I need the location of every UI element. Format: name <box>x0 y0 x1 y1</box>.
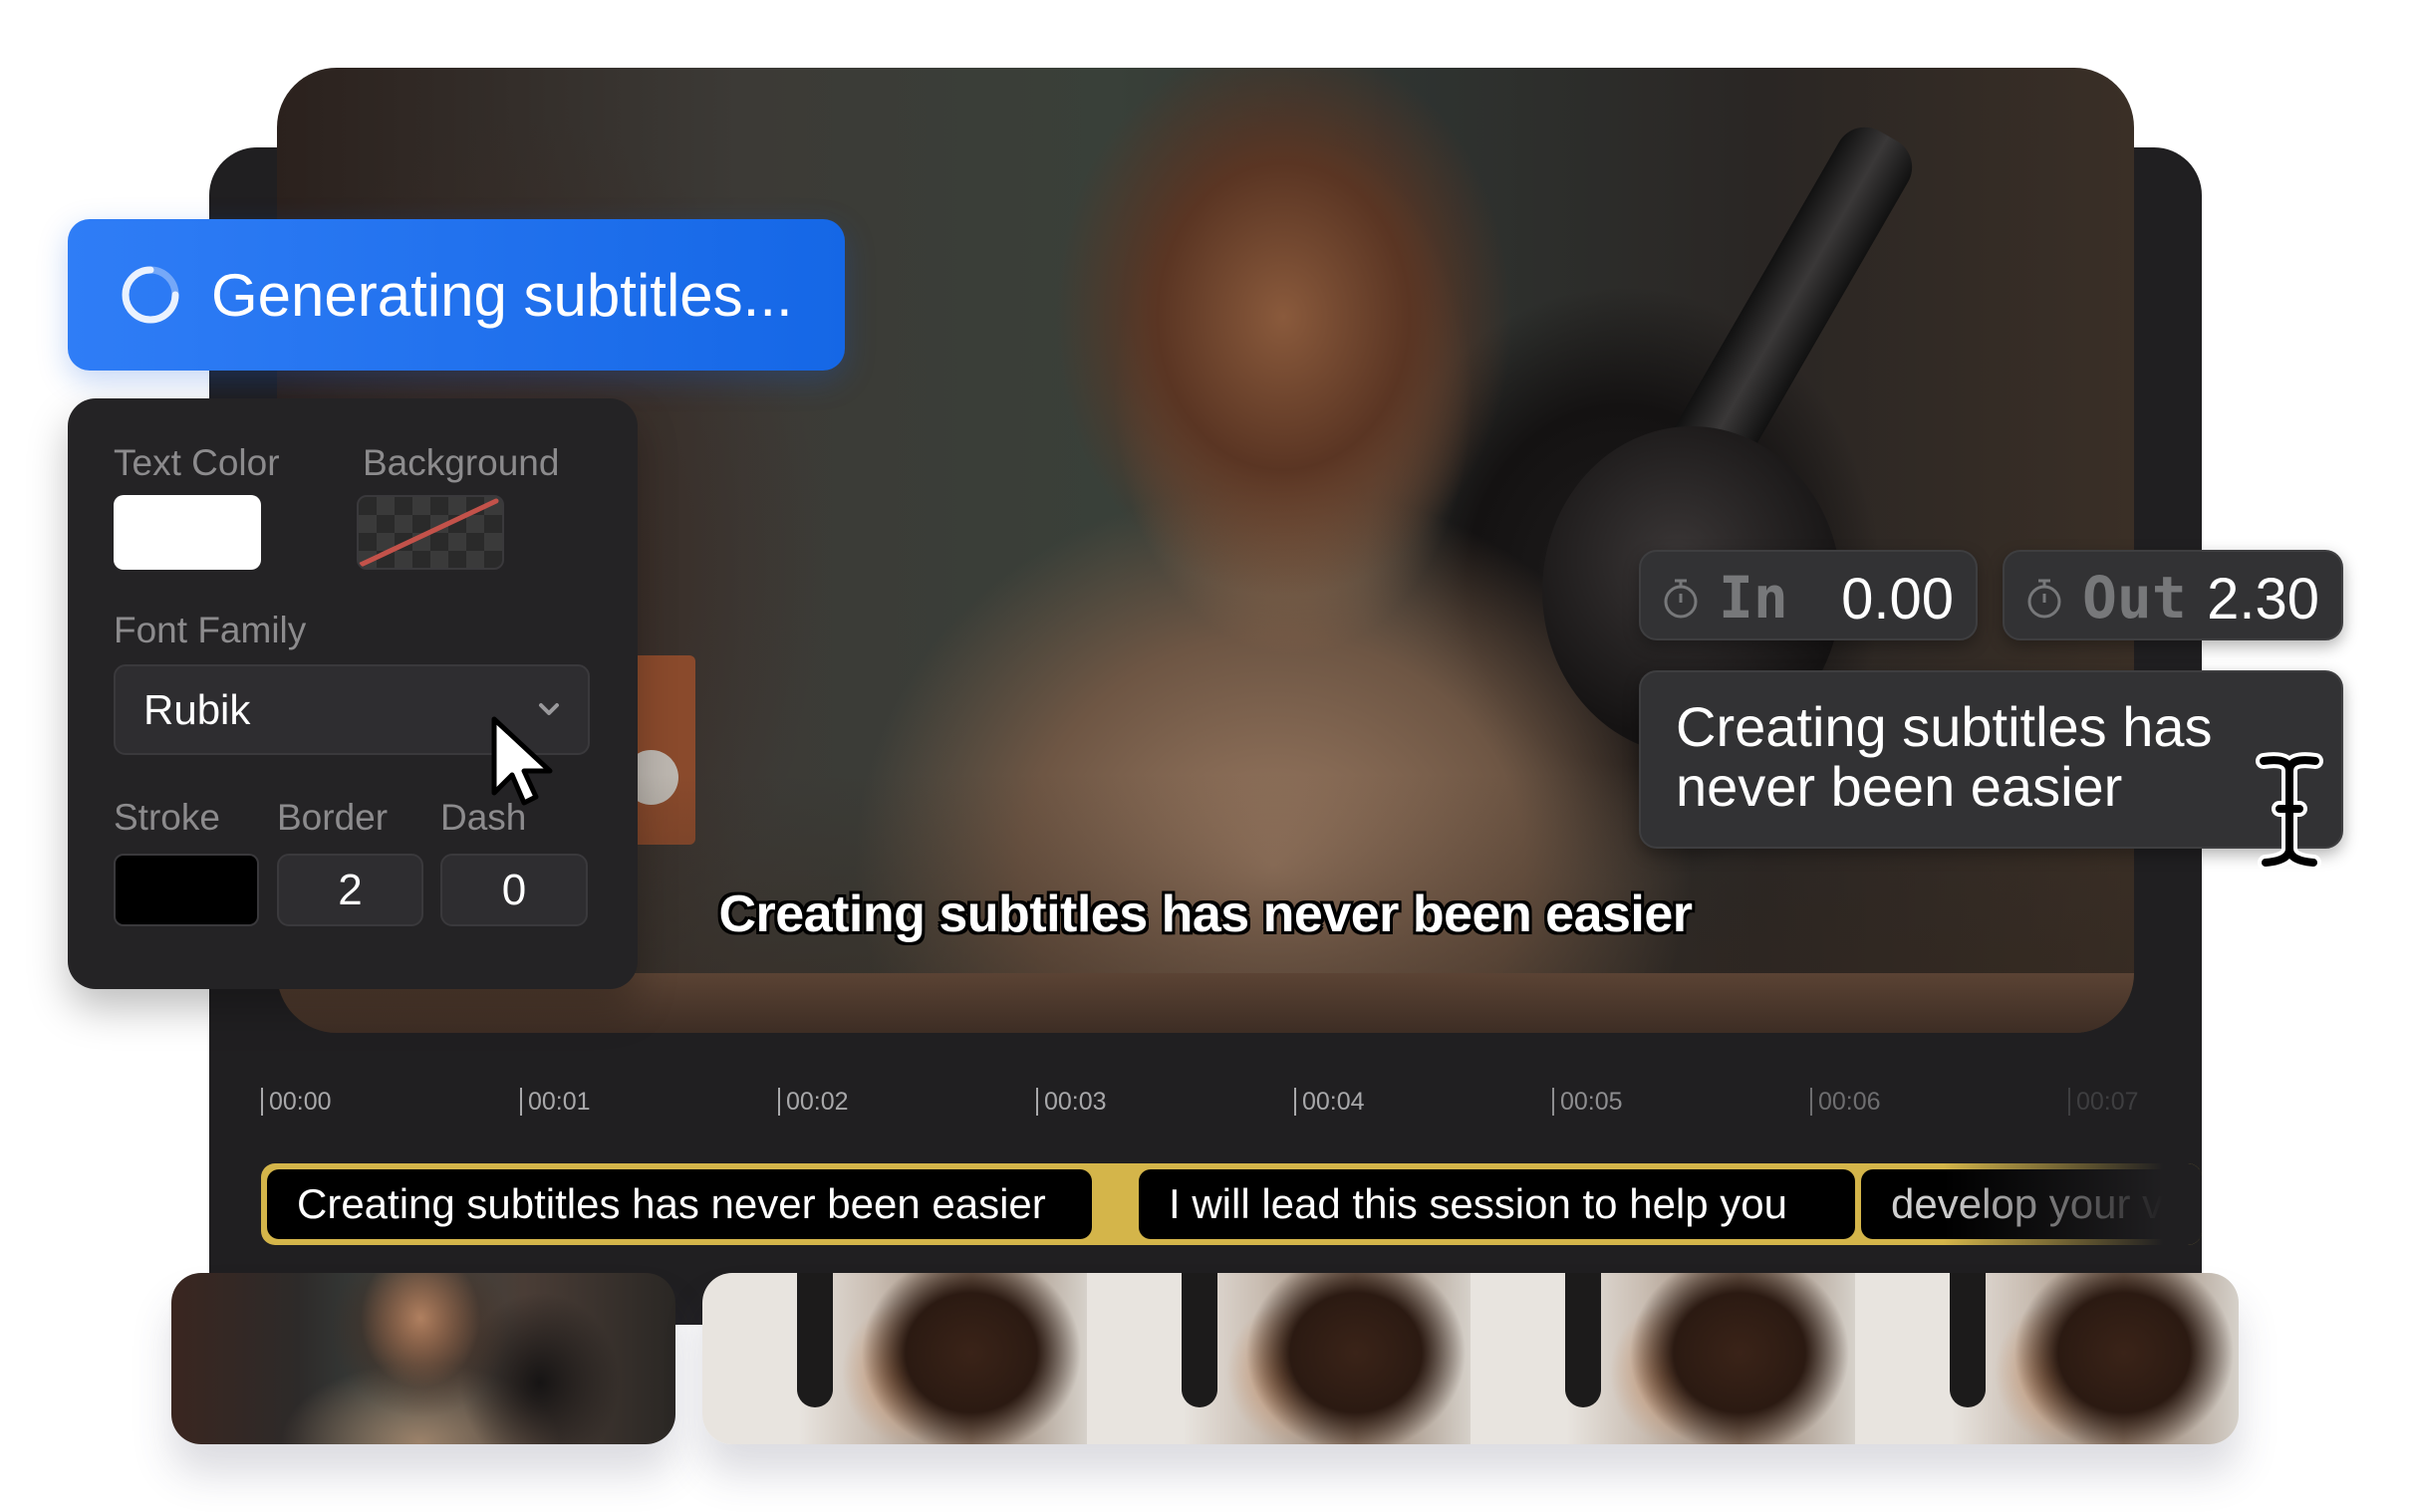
ruler-tick: 00:07 <box>2068 1088 2139 1116</box>
border-input[interactable]: 2 <box>277 854 423 926</box>
video-thumbnail[interactable] <box>1854 1273 2239 1444</box>
video-thumbnail[interactable] <box>1086 1273 1471 1444</box>
ruler-tick: 00:06 <box>1810 1088 1881 1116</box>
border-label: Border <box>277 797 389 838</box>
ruler-tick: 00:05 <box>1552 1088 1623 1116</box>
ruler-tick: 00:04 <box>1294 1088 1365 1116</box>
out-time-field[interactable]: Out 2.30 <box>2003 550 2343 640</box>
ruler-tick: 00:00 <box>261 1088 332 1116</box>
in-value: 0.00 <box>1841 567 1954 631</box>
stopwatch-icon <box>2027 579 2061 619</box>
background-label: Background <box>363 442 560 483</box>
out-value: 2.30 <box>2207 567 2319 631</box>
font-family-value: Rubik <box>143 685 251 733</box>
subtitle-text[interactable]: Creating subtitles has never been easier <box>1676 697 2293 817</box>
dash-input[interactable]: 0 <box>440 854 588 926</box>
stroke-label: Stroke <box>114 797 220 838</box>
out-label: Out <box>2082 564 2187 631</box>
in-label: In <box>1719 564 1788 631</box>
video-thumbnail[interactable] <box>1471 1273 1855 1444</box>
subtitle-track: Creating subtitles has never been easier… <box>261 1163 2202 1245</box>
ruler-tick: 00:02 <box>778 1088 849 1116</box>
video-thumbnail-strip[interactable] <box>702 1273 2239 1444</box>
generating-subtitles-banner: Generating subtitles... <box>68 219 845 371</box>
banner-text: Generating subtitles... <box>211 261 793 329</box>
mouse-pointer-icon <box>491 716 553 806</box>
video-thumbnail[interactable] <box>702 1273 1087 1444</box>
subtitle-clip[interactable]: I will lead this session to help you <box>1139 1169 1855 1239</box>
no-color-slash-icon <box>359 498 499 568</box>
ruler-tick: 00:03 <box>1036 1088 1107 1116</box>
text-cursor-icon <box>2256 752 2323 869</box>
ruler-tick: 00:01 <box>520 1088 591 1116</box>
text-color-label: Text Color <box>114 442 280 483</box>
in-time-field[interactable]: In 0.00 <box>1639 550 1978 640</box>
video-thumbnail[interactable] <box>171 1273 675 1444</box>
loading-spinner-icon <box>122 266 179 324</box>
stopwatch-icon <box>1664 579 1698 619</box>
stroke-color-swatch[interactable] <box>114 854 259 926</box>
text-color-swatch[interactable] <box>114 495 261 570</box>
subtitle-style-panel: Text Color Background Font Family Rubik … <box>68 398 638 989</box>
background-color-swatch[interactable] <box>357 495 504 570</box>
track-fade <box>1943 1163 2202 1245</box>
font-family-label: Font Family <box>114 610 307 650</box>
subtitle-text-editor[interactable]: Creating subtitles has never been easier <box>1639 670 2343 849</box>
subtitle-clip-selected[interactable]: Creating subtitles has never been easier <box>267 1169 1092 1239</box>
